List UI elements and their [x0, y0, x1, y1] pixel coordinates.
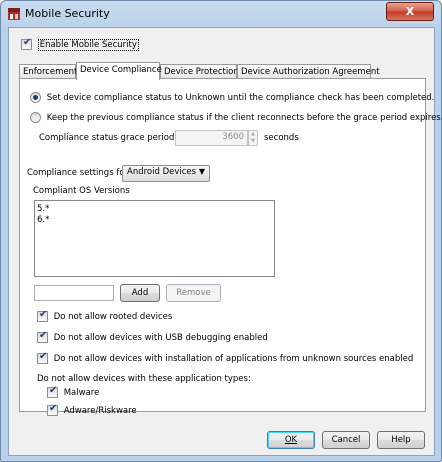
enable-mobile-security-checkbox[interactable]: Enable Mobile Security	[21, 37, 139, 51]
tab-device-authorization-agreement[interactable]: Device Authorization Agreement	[237, 64, 380, 79]
radio-status-unknown[interactable]: Set device compliance status to Unknown …	[30, 92, 434, 103]
tab-label: Device Authorization Agreement	[241, 67, 380, 77]
app-type-malware-checkbox[interactable]	[47, 385, 58, 398]
mobile-security-window: Mobile Security X Enable Mobile Security…	[0, 0, 442, 462]
option-unknown-sources-checkbox[interactable]	[37, 351, 48, 364]
radio-status-unknown-label: Set device compliance status to Unknown …	[46, 92, 435, 103]
spin-up-icon: ▲	[251, 131, 255, 137]
option-usb-debugging-label: Do not allow devices with USB debugging …	[53, 332, 268, 343]
firebox-app-icon	[8, 8, 20, 20]
os-versions-list[interactable]: 5.* 6.*	[34, 200, 275, 277]
cancel-button[interactable]: Cancel	[322, 431, 370, 449]
tab-label: Device Compliance	[80, 65, 162, 75]
option-rooted[interactable]: Do not allow rooted devices	[37, 309, 173, 322]
grace-period-label: Compliance status grace period	[39, 133, 175, 143]
cancel-button-label: Cancel	[331, 435, 361, 445]
grace-period-input[interactable]: 3600	[175, 130, 248, 146]
device-compliance-panel: Set device compliance status to Unknown …	[19, 78, 442, 416]
tab-label: Enforcement	[23, 67, 78, 77]
help-button[interactable]: Help	[377, 431, 425, 449]
radio-keep-previous-button[interactable]	[30, 112, 41, 123]
grace-period-unit: seconds	[264, 133, 299, 143]
close-button[interactable]: X	[386, 2, 434, 21]
os-version-input[interactable]	[34, 285, 114, 301]
list-item[interactable]: 5.*	[35, 204, 274, 215]
chevron-down-icon: ▼	[198, 167, 205, 176]
enable-checkbox-label: Enable Mobile Security	[37, 38, 139, 51]
tab-device-protection[interactable]: Device Protection	[160, 64, 239, 79]
app-type-malware-label: Malware	[63, 387, 100, 398]
option-unknown-sources[interactable]: Do not allow devices with installation o…	[37, 351, 414, 364]
remove-button[interactable]: Remove	[166, 284, 221, 302]
device-type-select-value: Android Devices	[127, 167, 197, 177]
option-unknown-sources-label: Do not allow devices with installation o…	[53, 353, 414, 364]
app-type-adware-checkbox[interactable]	[47, 403, 58, 416]
option-rooted-checkbox[interactable]	[37, 309, 48, 322]
list-item[interactable]: 6.*	[35, 215, 274, 226]
enable-checkbox-box[interactable]	[21, 37, 32, 50]
window-title: Mobile Security	[25, 7, 110, 20]
grace-period-spinner[interactable]: ▲ ▼	[248, 130, 258, 146]
tab-device-compliance[interactable]: Device Compliance	[76, 62, 162, 80]
radio-status-unknown-button[interactable]	[30, 92, 41, 103]
spin-down-icon: ▼	[251, 138, 255, 144]
tab-label: Device Protection	[164, 67, 239, 77]
radio-keep-previous-label: Keep the previous compliance status if t…	[46, 112, 442, 123]
dialog-body: Enable Mobile Security Enforcement Devic…	[8, 27, 442, 456]
app-type-adware-label: Adware/Riskware	[63, 405, 137, 416]
radio-keep-previous[interactable]: Keep the previous compliance status if t…	[30, 112, 442, 123]
app-type-malware[interactable]: Malware	[47, 385, 100, 398]
app-types-label: Do not allow devices with these applicat…	[37, 374, 251, 384]
compliant-os-versions-label: Compliant OS Versions	[33, 186, 130, 196]
option-usb-debugging-checkbox[interactable]	[37, 330, 48, 343]
option-usb-debugging[interactable]: Do not allow devices with USB debugging …	[37, 330, 268, 343]
ok-button[interactable]: OK	[267, 431, 315, 449]
ok-button-label: OK	[284, 435, 298, 445]
title-bar[interactable]: Mobile Security X	[1, 1, 441, 27]
compliance-settings-for-label: Compliance settings for	[27, 168, 129, 178]
add-button[interactable]: Add	[120, 284, 160, 302]
close-icon: X	[405, 5, 415, 18]
tab-enforcement[interactable]: Enforcement	[19, 64, 78, 79]
option-rooted-label: Do not allow rooted devices	[53, 311, 173, 322]
app-type-adware[interactable]: Adware/Riskware	[47, 403, 137, 416]
device-type-select[interactable]: Android Devices ▼	[122, 165, 210, 182]
help-button-label: Help	[391, 435, 411, 445]
